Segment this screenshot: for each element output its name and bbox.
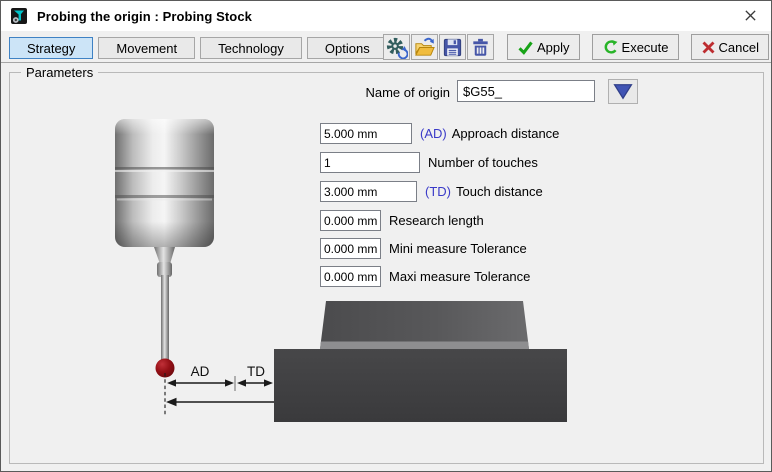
- field-label: Number of touches: [428, 155, 538, 170]
- save-floppy-icon: [441, 36, 464, 59]
- maxi-measure-tolerance-input[interactable]: [320, 266, 381, 287]
- field-label: Research length: [389, 213, 484, 228]
- title-bar: Probing the origin : Probing Stock: [1, 1, 771, 31]
- field-label: (TD)Touch distance: [425, 184, 543, 199]
- field-row-number-of-touches: Number of touches: [320, 152, 538, 173]
- execute-label: Execute: [622, 40, 669, 55]
- tab-options[interactable]: Options: [307, 37, 388, 59]
- field-label: Maxi measure Tolerance: [389, 269, 530, 284]
- tab-strategy[interactable]: Strategy: [9, 37, 93, 59]
- save-button[interactable]: [439, 34, 466, 60]
- approach-distance-input[interactable]: [320, 123, 412, 144]
- name-of-origin-input[interactable]: [457, 80, 595, 102]
- open-button[interactable]: [411, 34, 438, 60]
- window-title: Probing the origin : Probing Stock: [37, 9, 252, 24]
- close-icon: [744, 9, 757, 22]
- app-probe-icon: [11, 8, 27, 24]
- toolbar-separator: [1, 62, 771, 63]
- origin-dropdown-button[interactable]: [608, 79, 638, 104]
- delete-button[interactable]: [467, 34, 494, 60]
- tab-movement[interactable]: Movement: [98, 37, 195, 59]
- dimension-arrowheads: [166, 379, 273, 406]
- cancel-button[interactable]: Cancel: [691, 34, 769, 60]
- mini-measure-tolerance-input[interactable]: [320, 238, 381, 259]
- tab-strip: Strategy Movement Technology Options: [9, 37, 388, 59]
- toolbar: Strategy Movement Technology Options: [1, 31, 771, 62]
- parameters-legend: Parameters: [21, 65, 98, 80]
- open-folder-icon: [413, 36, 436, 59]
- ad-dimension-label: AD: [191, 364, 210, 379]
- stock-graphic: [274, 301, 567, 422]
- cancel-label: Cancel: [719, 40, 759, 55]
- field-row-touch-distance: (TD)Touch distance: [320, 181, 543, 202]
- apply-label: Apply: [537, 40, 570, 55]
- execute-refresh-icon: [602, 39, 619, 56]
- tab-technology[interactable]: Technology: [200, 37, 302, 59]
- touch-distance-input[interactable]: [320, 181, 417, 202]
- down-triangle-icon: [612, 82, 634, 101]
- td-dimension-label: TD: [247, 364, 265, 379]
- gear-refresh-icon: [385, 36, 408, 59]
- probing-dialog-window: Probing the origin : Probing Stock Strat…: [0, 0, 772, 472]
- field-row-approach-distance: (AD)Approach distance: [320, 123, 559, 144]
- parameters-groupbox: Parameters Name of origin (AD)Approach d…: [9, 72, 764, 464]
- cancel-x-icon: [701, 40, 716, 55]
- toolbar-actions: Apply Execute Cancel ?: [383, 33, 772, 61]
- field-label: Mini measure Tolerance: [389, 241, 527, 256]
- research-length-input[interactable]: [320, 210, 381, 231]
- execute-button[interactable]: Execute: [592, 34, 679, 60]
- trash-icon: [469, 36, 492, 59]
- settings-button[interactable]: [383, 34, 410, 60]
- field-label: (AD)Approach distance: [420, 126, 559, 141]
- probe-ball-tip: [156, 359, 175, 378]
- field-row-mini-measure-tolerance: Mini measure Tolerance: [320, 238, 527, 259]
- close-button[interactable]: [733, 3, 767, 27]
- field-row-research-length: Research length: [320, 210, 484, 231]
- probe-tool-graphic: [115, 119, 214, 378]
- number-of-touches-input[interactable]: [320, 152, 420, 173]
- dimension-lines: [165, 373, 274, 417]
- apply-button[interactable]: Apply: [507, 34, 580, 60]
- apply-check-icon: [517, 39, 534, 56]
- name-of-origin-label: Name of origin: [340, 85, 450, 100]
- field-row-maxi-measure-tolerance: Maxi measure Tolerance: [320, 266, 530, 287]
